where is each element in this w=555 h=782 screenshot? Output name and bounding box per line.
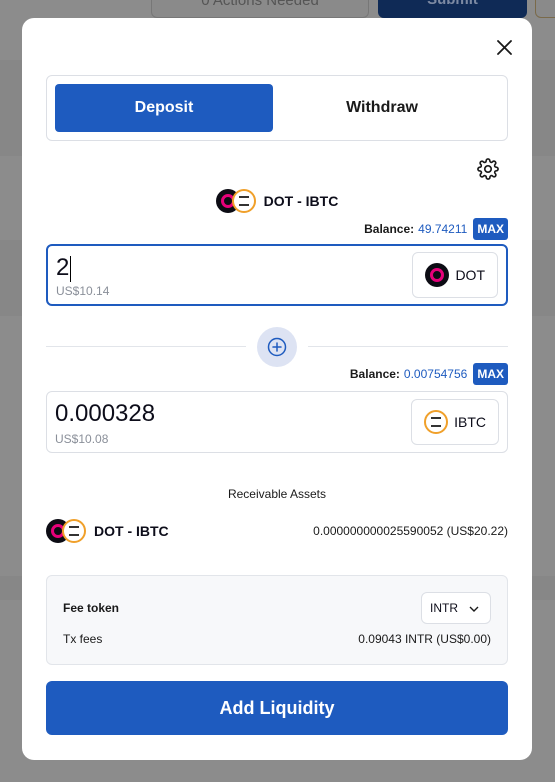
receivable-row: DOT - IBTC 0.000000000025590052 (US$20.2…: [46, 518, 508, 544]
ibtc-token-selector[interactable]: IBTC: [411, 399, 499, 445]
bg-actions-needed-button: 0 Actions Needed: [151, 0, 369, 18]
pair-label: DOT - IBTC: [263, 193, 339, 209]
settings-button[interactable]: [477, 158, 499, 180]
pair-icons: [215, 188, 258, 214]
ibtc-amount-field[interactable]: 0.000328 US$10.08 IBTC: [46, 391, 508, 453]
gear-icon: [477, 158, 499, 180]
chevron-down-icon: [469, 606, 479, 612]
dot-balance: Balance: 49.74211 MAX: [364, 218, 508, 240]
token-label: IBTC: [454, 414, 486, 430]
dot-usd-value: US$10.14: [56, 284, 110, 298]
max-button-dot[interactable]: MAX: [473, 218, 508, 240]
dot-amount-field[interactable]: 2 US$10.14 DOT: [46, 244, 508, 306]
balance-label: Balance:: [349, 367, 400, 381]
close-icon: [497, 40, 512, 55]
dot-token-selector[interactable]: DOT: [412, 252, 498, 298]
close-button[interactable]: [495, 38, 515, 58]
tx-fees-label: Tx fees: [63, 632, 103, 646]
max-button-ibtc[interactable]: MAX: [473, 363, 508, 385]
tab-deposit[interactable]: Deposit: [55, 84, 273, 132]
fee-token-value: INTR: [430, 601, 458, 615]
receivable-amount: 0.000000000025590052 (US$20.22): [313, 524, 508, 538]
tab-withdraw[interactable]: Withdraw: [273, 84, 491, 132]
liquidity-modal: Deposit Withdraw DOT - IBTC Balance: 49.…: [22, 18, 532, 760]
receivable-assets-title: Receivable Assets: [227, 487, 327, 501]
divider: [46, 346, 246, 347]
balance-value: 49.74211: [418, 222, 468, 236]
ibtc-balance: Balance: 0.00754756 MAX: [350, 363, 508, 385]
dot-token-icon: [425, 263, 450, 287]
fee-token-label: Fee token: [63, 601, 120, 615]
ibtc-usd-value: US$10.08: [55, 432, 109, 446]
ibtc-amount-input[interactable]: 0.000328: [55, 400, 355, 428]
pool-pair-header: DOT - IBTC: [22, 188, 532, 214]
ibtc-token-icon: [231, 189, 256, 213]
fee-panel: Fee token INTR Tx fees 0.09043 INTR (US$…: [46, 575, 508, 665]
balance-value: 0.00754756: [403, 367, 468, 381]
fee-token-select[interactable]: INTR: [421, 592, 491, 624]
bg-submit-button: Submit: [378, 0, 527, 18]
add-liquidity-button[interactable]: Add Liquidity: [46, 681, 508, 735]
balance-label: Balance:: [364, 222, 415, 236]
receivable-pair-label: DOT - IBTC: [94, 523, 169, 539]
tx-fees-value: 0.09043 INTR (US$0.00): [358, 632, 491, 646]
ibtc-token-icon: [62, 519, 86, 543]
ibtc-token-icon: [424, 410, 449, 434]
plus-circle-icon: [267, 337, 287, 357]
divider: [308, 346, 508, 347]
token-label: DOT: [455, 267, 485, 283]
pair-icons: [46, 518, 88, 544]
deposit-withdraw-tabs: Deposit Withdraw: [46, 75, 508, 141]
bg-extra-button: [535, 0, 555, 18]
dot-amount-input[interactable]: 2: [56, 254, 356, 282]
add-token-button[interactable]: [257, 327, 297, 367]
